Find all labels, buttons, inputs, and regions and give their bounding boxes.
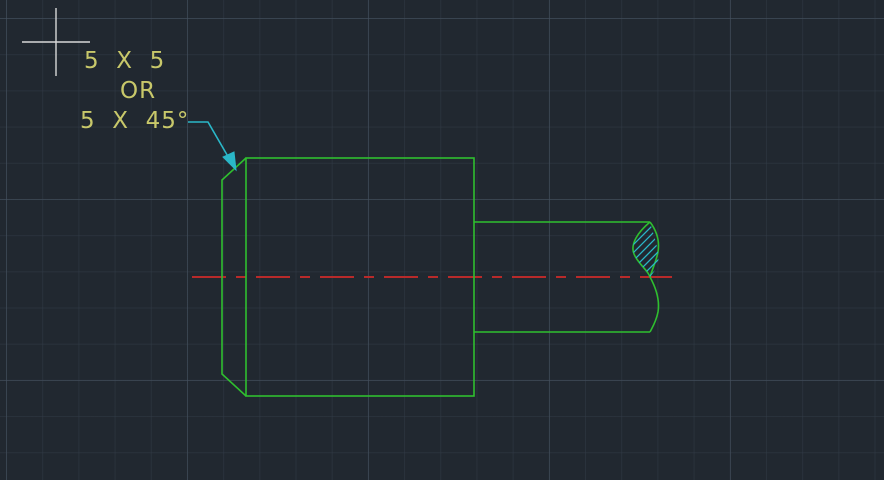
chamfer-note-line3[interactable]: 5 X 45°: [80, 108, 189, 134]
leader-arrowhead[interactable]: [222, 151, 237, 172]
crosshair-cursor-icon: [22, 8, 90, 76]
section-hatch[interactable]: [620, 190, 680, 314]
shaft-break-line-outer[interactable]: [649, 221, 660, 278]
leader-line[interactable]: [188, 121, 231, 161]
chamfer-note-line1[interactable]: 5 X 5: [84, 48, 165, 74]
chamfer-note-line2[interactable]: OR: [120, 78, 156, 104]
drawing-canvas[interactable]: 5 X 5 OR 5 X 45°: [0, 0, 884, 480]
